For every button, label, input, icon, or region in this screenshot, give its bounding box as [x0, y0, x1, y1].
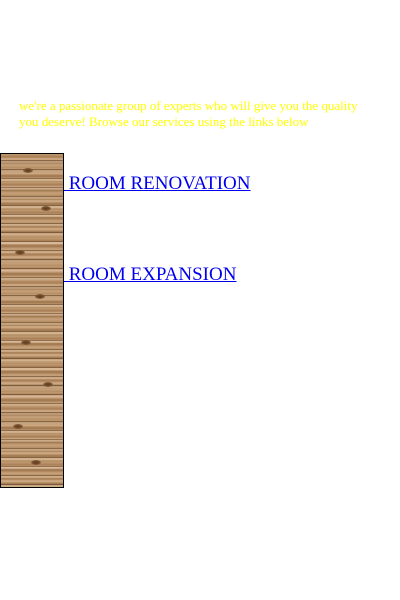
wood-knot [43, 382, 53, 387]
wood-knot [13, 424, 23, 429]
wood-knot [23, 168, 33, 173]
wood-knot [41, 206, 51, 211]
room-renovation-link[interactable]: ROOM RENOVATION [64, 173, 251, 195]
room-expansion-link[interactable]: ROOM EXPANSION [64, 264, 237, 286]
wood-knot [21, 340, 31, 345]
wood-knot [31, 460, 41, 465]
wood-knot [35, 294, 45, 299]
intro-text: we're a passionate group of experts who … [19, 98, 358, 129]
wood-knot [15, 250, 25, 255]
wood-texture-image [0, 153, 64, 488]
